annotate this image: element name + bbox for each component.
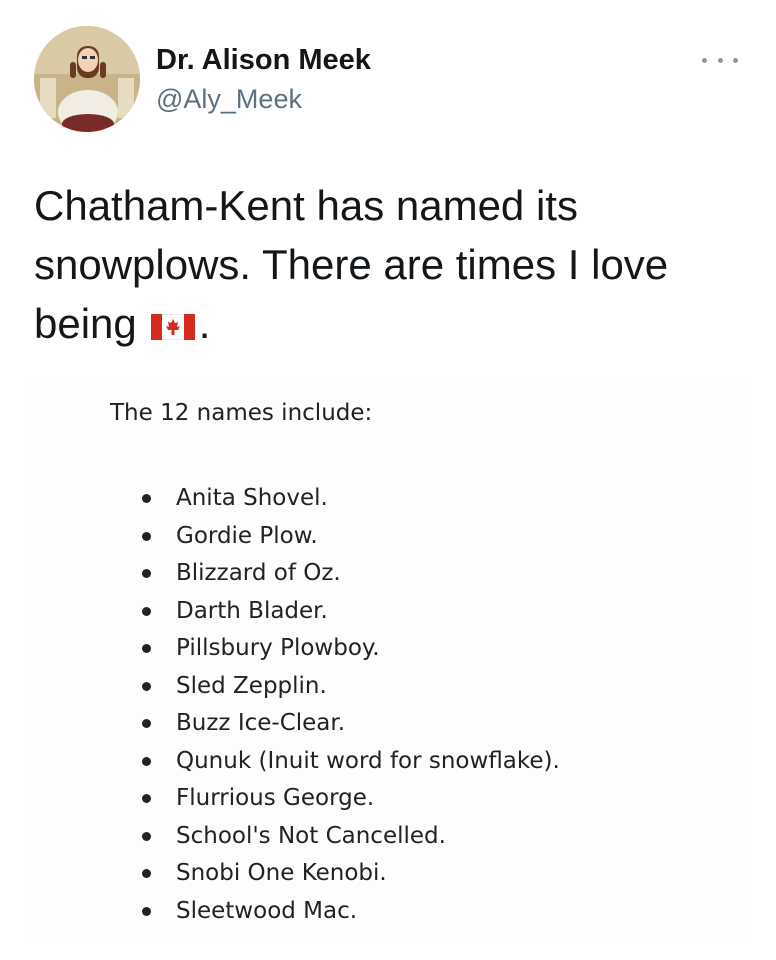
list-item-text: School's Not Cancelled.: [176, 822, 446, 849]
bullet-icon: [142, 756, 151, 766]
bullet-icon: [142, 644, 151, 654]
list-item: Pillsbury Plowboy.: [138, 630, 560, 668]
canada-flag-icon: [150, 296, 196, 355]
list-item-text: Anita Shovel.: [176, 485, 328, 511]
bullet-icon: [142, 681, 151, 691]
tweet-text-line: being.: [34, 294, 734, 355]
list-item-text: Blizzard of Oz.: [176, 560, 341, 586]
list-item-text: Buzz Ice-Clear.: [176, 710, 346, 736]
bullet-icon: [142, 531, 151, 541]
list-item: Flurrious George.: [138, 780, 560, 818]
list-item: Qunuk (Inuit word for snowflake).: [138, 743, 560, 781]
list-item: School's Not Cancelled.: [138, 818, 560, 856]
more-dot: [717, 57, 723, 63]
bullet-icon: [142, 606, 151, 616]
list-item: Gordie Plow.: [138, 518, 560, 556]
bullet-icon: [142, 569, 151, 579]
list-item-text: Darth Blader.: [176, 597, 328, 624]
avatar[interactable]: [34, 26, 140, 132]
snowplow-names-list: Anita Shovel. Gordie Plow. Blizzard of O…: [138, 480, 560, 930]
list-item: Darth Blader.: [138, 593, 560, 631]
avatar-illustration: [34, 26, 140, 132]
list-item-text: Snobi One Kenobi.: [176, 860, 387, 886]
tweet-text-line: snowplows. There are times I love: [34, 241, 669, 288]
bullet-icon: [142, 719, 151, 729]
list-item-text: Sleetwood Mac.: [176, 897, 358, 924]
list-item-text: Pillsbury Plowboy.: [176, 635, 380, 661]
bullet-icon: [142, 831, 151, 841]
author-handle[interactable]: @Aly_Meek: [156, 84, 302, 115]
list-item-text: Qunuk (Inuit word for snowflake).: [176, 747, 560, 774]
more-dot: [702, 57, 707, 63]
list-item-text: Gordie Plow.: [176, 522, 318, 549]
tweet-text-fragment: .: [198, 300, 211, 347]
bullet-icon: [142, 869, 151, 879]
more-dot: [733, 57, 738, 63]
more-options-icon[interactable]: [700, 50, 740, 70]
list-item: Anita Shovel.: [138, 480, 560, 518]
list-item: Sleetwood Mac.: [138, 893, 560, 931]
names-intro: The 12 names include:: [110, 400, 373, 426]
bullet-icon: [142, 494, 151, 504]
list-item: Blizzard of Oz.: [138, 555, 560, 593]
list-item-text: Sled Zepplin.: [176, 672, 327, 699]
tweet-text: Chatham-Kent has named its snowplows. Th…: [34, 176, 734, 355]
list-item: Buzz Ice-Clear.: [138, 705, 560, 743]
author-name[interactable]: Dr. Alison Meek: [156, 44, 371, 77]
list-item-text: Flurrious George.: [176, 785, 375, 811]
tweet-text-line: Chatham-Kent has named its: [34, 182, 578, 229]
bullet-icon: [142, 906, 151, 916]
bullet-icon: [142, 794, 151, 804]
list-item: Sled Zepplin.: [138, 668, 560, 706]
list-item: Snobi One Kenobi.: [138, 855, 560, 893]
tweet-text-fragment: being: [34, 300, 137, 347]
